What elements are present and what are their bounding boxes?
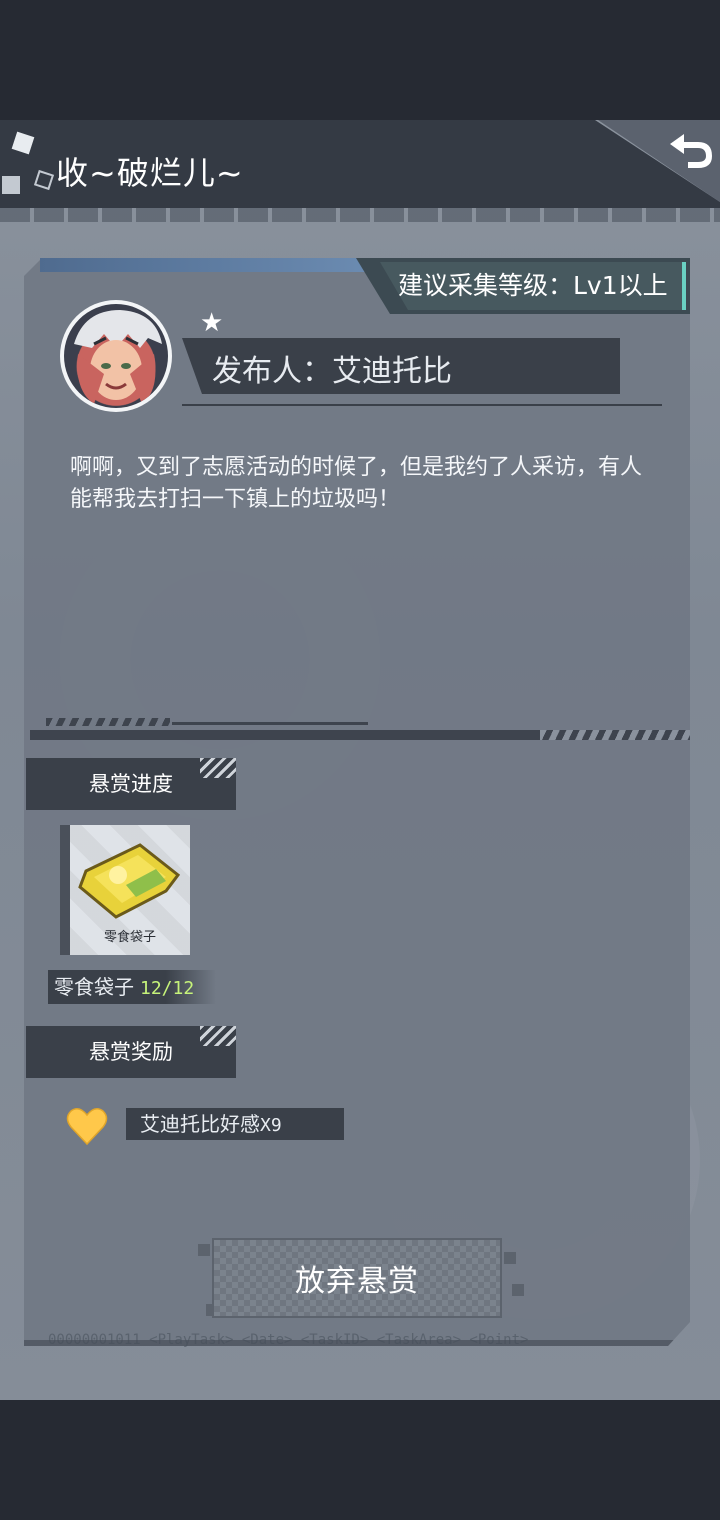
button-deco xyxy=(512,1284,524,1296)
divider-hatch xyxy=(540,730,690,740)
panel-topbar xyxy=(40,258,380,272)
quest-description: 啊啊，又到了志愿活动的时候了，但是我约了人采访，有人能帮我去打扫一下镇上的垃圾吗… xyxy=(70,455,643,512)
divider-hatch xyxy=(46,718,170,726)
item-progress-row: 零食袋子 12/12 xyxy=(48,970,216,1004)
progress-section-header: 悬赏进度 xyxy=(26,758,236,810)
reward-amount: X9 xyxy=(260,1115,282,1136)
reward-row: 艾迪托比好感X9 xyxy=(126,1108,344,1140)
divider-thin xyxy=(172,722,368,725)
item-name: 零食袋子 xyxy=(54,975,134,999)
abandon-bounty-label: 放弃悬赏 xyxy=(295,1264,419,1299)
reward-section-header: 悬赏奖励 xyxy=(26,1026,236,1078)
item-card-snack-bag[interactable]: 零食袋子 xyxy=(60,825,190,955)
button-deco xyxy=(504,1252,516,1264)
publisher-avatar[interactable] xyxy=(60,300,172,412)
quest-detail-screen: 收~破烂儿~ 建议采集等级：Lv1以上 ★ 发布人：艾迪托比 啊啊，又到了志愿活 xyxy=(0,120,720,1400)
back-button[interactable] xyxy=(664,128,716,172)
header-stripe xyxy=(0,208,720,222)
snack-bag-icon xyxy=(78,843,181,919)
publisher-name: 发布人：艾迪托比 xyxy=(212,354,452,389)
reward-section-label: 悬赏奖励 xyxy=(89,1040,173,1064)
heart-icon xyxy=(66,1108,108,1146)
page-title: 收~破烂儿~ xyxy=(56,154,244,192)
progress-section-label: 悬赏进度 xyxy=(89,772,173,796)
item-count: 12/12 xyxy=(140,978,195,999)
back-arrow-icon xyxy=(670,134,712,168)
header-deco xyxy=(2,176,20,194)
publisher-underline xyxy=(182,404,662,406)
reward-name: 艾迪托比好感 xyxy=(140,1112,260,1136)
button-deco xyxy=(198,1244,210,1256)
abandon-bounty-button[interactable]: 放弃悬赏 xyxy=(212,1238,502,1318)
item-caption: 零食袋子 xyxy=(103,930,156,945)
footer-code-text: 00000001011 <PlayTask> <Date> <TaskID> <… xyxy=(48,1332,529,1348)
portrait-face xyxy=(74,310,162,404)
star-icon: ★ xyxy=(200,308,224,338)
avatar-portrait xyxy=(64,304,168,408)
level-requirement: 建议采集等级：Lv1以上 xyxy=(398,271,668,300)
